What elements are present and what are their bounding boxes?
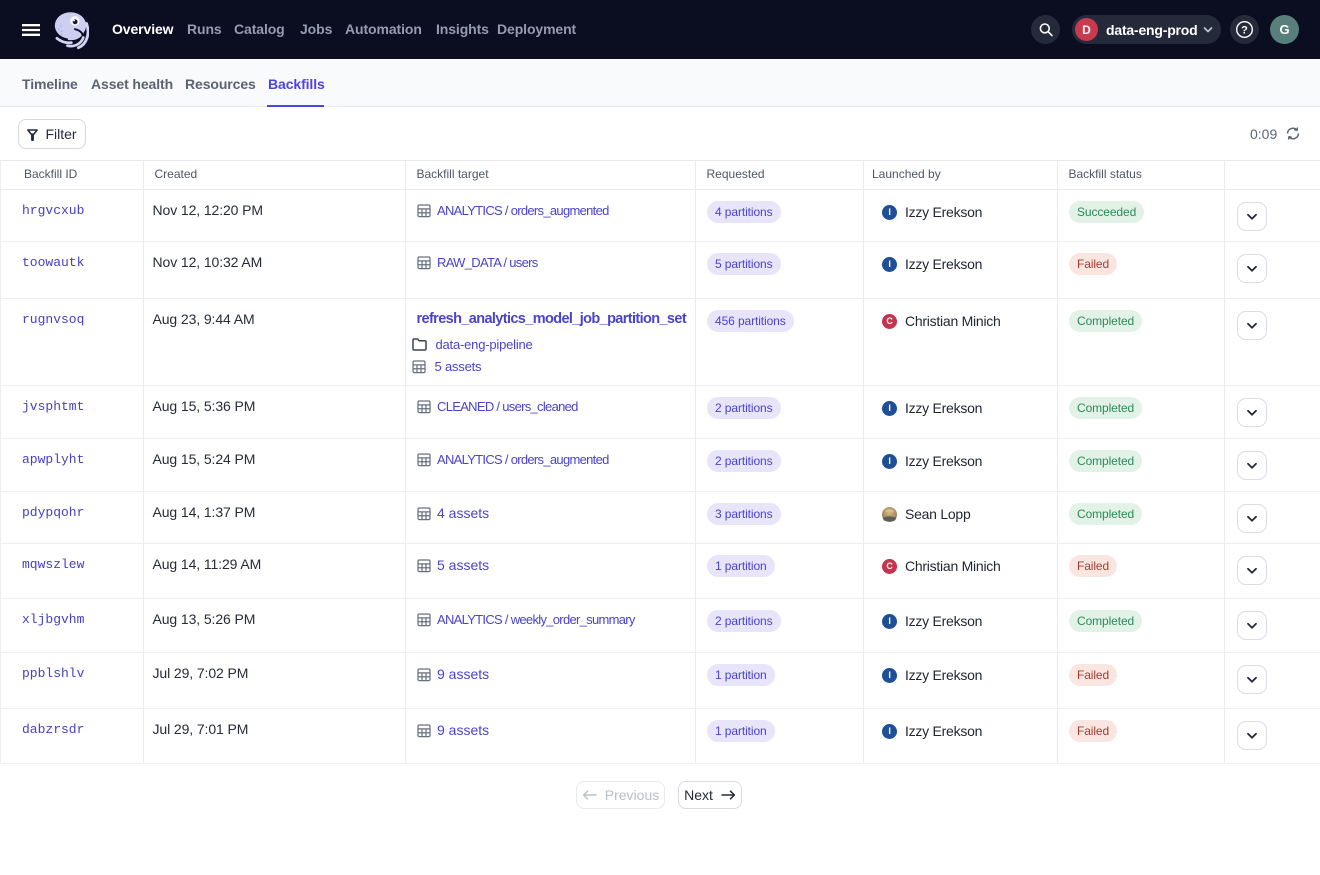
svg-text:?: ? <box>1241 25 1248 37</box>
